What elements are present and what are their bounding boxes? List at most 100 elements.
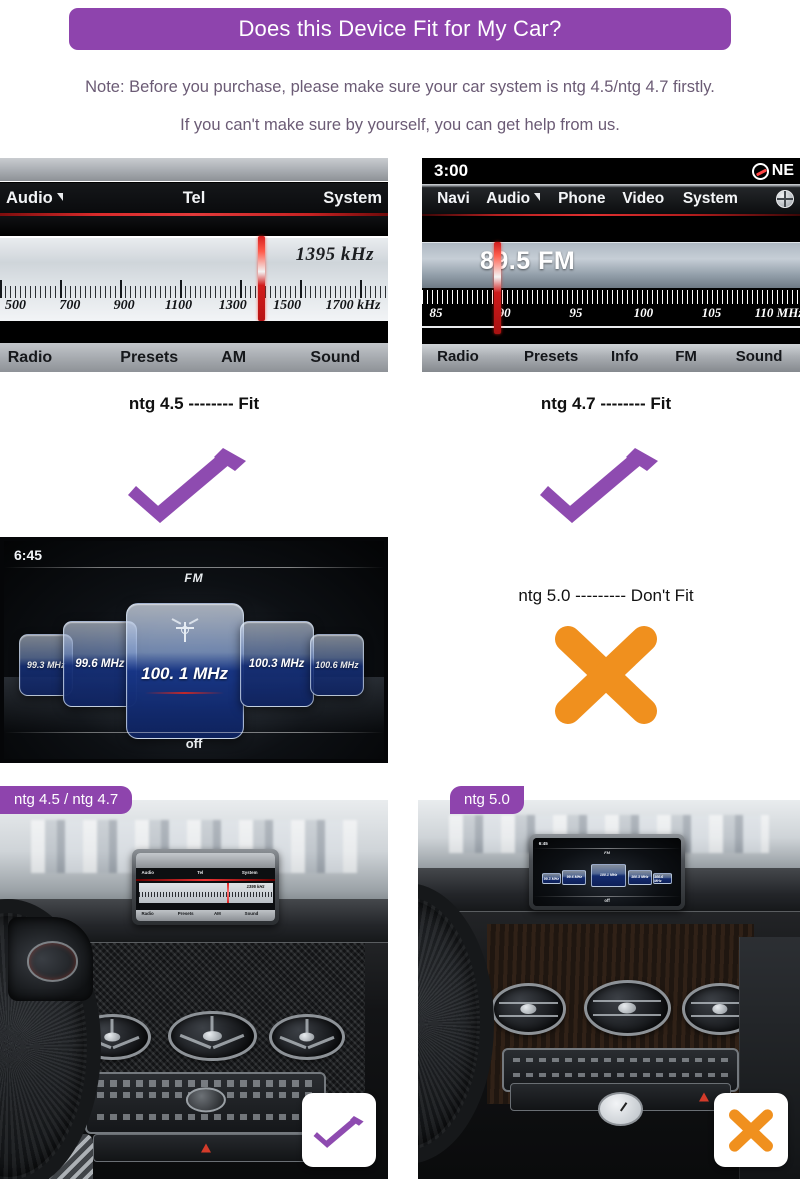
ntg50-radio-screen: 6:45 FM 99.3 MHz 99.6 MHz 100. 1 MHz 100.3 …	[0, 537, 388, 763]
hazard-light-icon[interactable]	[200, 1143, 211, 1153]
console-button-row[interactable]	[96, 1113, 315, 1120]
mini-off-label: off	[604, 897, 610, 903]
dial-scale-label: 110 MHz	[754, 305, 800, 320]
station-card[interactable]: 100.6 MHz	[309, 634, 364, 696]
ntg47-bottom-item-sound[interactable]: Sound	[736, 348, 783, 365]
dial-scale-label: 105	[701, 305, 722, 320]
ntg47-bottom-bar: Radio Presets Info FM Sound	[422, 344, 800, 372]
ntg45-bottom-item-presets[interactable]: Presets	[120, 349, 178, 367]
analog-clock	[597, 1092, 644, 1127]
screen-top-gradient	[0, 158, 388, 182]
ntg45-bottom-item-sound[interactable]: Sound	[310, 349, 360, 367]
vent-blade	[499, 1014, 558, 1017]
ntg50-top-divider	[4, 567, 384, 568]
wheel-grip	[418, 897, 481, 1150]
vent-hub	[203, 1031, 222, 1041]
center-console-controls[interactable]	[85, 1072, 326, 1135]
ntg47-verdict-caption: ntg 4.7 -------- Fit	[540, 394, 672, 413]
check-mark-ntg45	[122, 437, 254, 525]
ntg45-verdict-caption: ntg 4.5 -------- Fit	[128, 394, 260, 413]
ntg47-frequency-panel: 89.5 FM	[422, 242, 800, 288]
console-knob[interactable]	[185, 1087, 226, 1113]
scale-baseline	[422, 326, 800, 328]
station-card[interactable]: 100. 1 MHz	[125, 603, 244, 739]
ntg47-status-bar: 3:00 NE	[422, 158, 800, 184]
ntg47-menu-item-system[interactable]: System	[683, 190, 738, 208]
ntg50-off-label: off	[185, 736, 203, 751]
vent-hub	[104, 1032, 120, 1042]
air-vent-center	[168, 1010, 257, 1062]
mini-frequency: 1395 kHz	[246, 884, 265, 890]
compass-icon	[751, 162, 769, 180]
head-unit-screen-ntg50[interactable]: 6:45 FM 99.3 MHz 99.6 MHz 100.1 MHz 100.3 M…	[528, 834, 686, 910]
ntg47-bottom-item-fm[interactable]: FM	[675, 348, 697, 365]
dial-scale-label: 1100	[164, 298, 193, 313]
lower-button-strip[interactable]	[93, 1134, 319, 1163]
screen-lower-black	[0, 321, 388, 343]
mini-menu-item-tel: Tel	[197, 869, 204, 875]
ntg47-menu-item-video[interactable]: Video	[622, 190, 664, 208]
menu-item-audio[interactable]: Audio	[6, 189, 63, 208]
mini-menu-underline	[135, 879, 276, 882]
mini-station-card: 100.3 MHz	[627, 869, 652, 885]
head-unit-display: 6:45 FM 99.3 MHz 99.6 MHz 100.1 MHz 100.3 M…	[532, 838, 682, 906]
ntg47-menu-item-navi[interactable]: Navi	[437, 190, 470, 208]
audio-caret-icon	[56, 192, 63, 201]
vent-hub	[712, 1004, 728, 1015]
mini-ntg50-ui: 6:45 FM 99.3 MHz 99.6 MHz 100.1 MHz 100.3 M…	[532, 838, 682, 906]
station-card[interactable]: 100.3 MHz	[239, 621, 314, 707]
ntg47-scale-band: 85 90 95 100 105 110 MHz	[422, 288, 800, 332]
mini-menu-item-audio: Audio	[141, 869, 154, 875]
ntg50-bottom-divider	[4, 732, 384, 733]
screen-black-band	[0, 216, 388, 236]
climate-button-row[interactable]	[513, 1072, 728, 1077]
air-vent-group	[62, 1010, 357, 1062]
air-vent-left	[490, 983, 567, 1035]
ntg47-menu-item-phone[interactable]: Phone	[558, 190, 605, 208]
head-unit-screen-ntg45[interactable]: Audio Tel System 1395 kHz Radio Presets AM So…	[131, 849, 280, 926]
mini-bottom-bar: Radio Presets AM Sound	[135, 909, 276, 922]
dial-scale-label: 700	[59, 298, 81, 313]
ntg47-menu-item-audio[interactable]: Audio	[486, 190, 541, 208]
broadcast-antenna-icon	[168, 618, 202, 644]
mini-top-gradient	[135, 853, 276, 869]
mini-top-divider	[532, 847, 682, 849]
mini-band-label: FM	[604, 849, 610, 855]
ntg47-bottom-item-radio[interactable]: Radio	[437, 348, 479, 365]
menu-item-tel[interactable]: Tel	[183, 189, 206, 208]
hazard-light-icon[interactable]	[698, 1092, 709, 1102]
air-vent-center	[583, 980, 671, 1037]
mini-station-card: 100.1 MHz	[590, 863, 627, 887]
dial-scale-label: 500	[5, 298, 27, 313]
ntg47-bottom-item-info[interactable]: Info	[611, 348, 639, 365]
dial-scale-labels: 500 700 900 1100 1300 1500 1700 kHz	[0, 298, 388, 320]
mini-bottom-item-radio: Radio	[141, 911, 154, 917]
globe-icon[interactable]	[776, 190, 794, 208]
station-underline	[145, 692, 225, 695]
ntg45-bottom-item-radio[interactable]: Radio	[8, 349, 52, 367]
console-button-row[interactable]	[96, 1080, 315, 1087]
ntg45-bottom-bar: Radio Presets AM Sound	[0, 343, 388, 372]
car-interior-photo-ntg50: 6:45 FM 99.3 MHz 99.6 MHz 100.1 MHz 100.3 M…	[418, 800, 800, 1179]
ntg47-bottom-item-presets[interactable]: Presets	[524, 348, 578, 365]
ntg45-bottom-item-am[interactable]: AM	[221, 349, 246, 367]
mini-bottom-item-presets: Presets	[177, 911, 194, 917]
mini-menu-item-system: System	[241, 869, 258, 875]
climate-button-row[interactable]	[513, 1057, 728, 1062]
air-vent-right	[268, 1013, 346, 1061]
cross-icon	[729, 1108, 773, 1152]
mini-station-card: 99.6 MHz	[562, 869, 587, 885]
ntg50-display: 6:45 FM 99.3 MHz 99.6 MHz 100. 1 MHz 100.3 …	[4, 541, 384, 759]
fitment-infographic: Does this Device Fit for My Car? Note: B…	[0, 0, 800, 1179]
dial-scale-label: 1700 kHz	[325, 298, 381, 313]
mini-dial-ticks	[138, 891, 273, 897]
vent-hub	[299, 1032, 315, 1042]
ntg45-tuning-needle	[258, 236, 266, 321]
menu-item-system[interactable]: System	[323, 189, 382, 208]
station-label: 100. 1 MHz	[141, 663, 229, 683]
vent-hub	[520, 1004, 537, 1015]
status-direction: NE	[751, 162, 794, 180]
mini-bottom-item-am: AM	[213, 911, 221, 917]
mini-station-card: 100.6 MHz	[653, 873, 673, 885]
dial-scale-label: 1500	[273, 298, 302, 313]
